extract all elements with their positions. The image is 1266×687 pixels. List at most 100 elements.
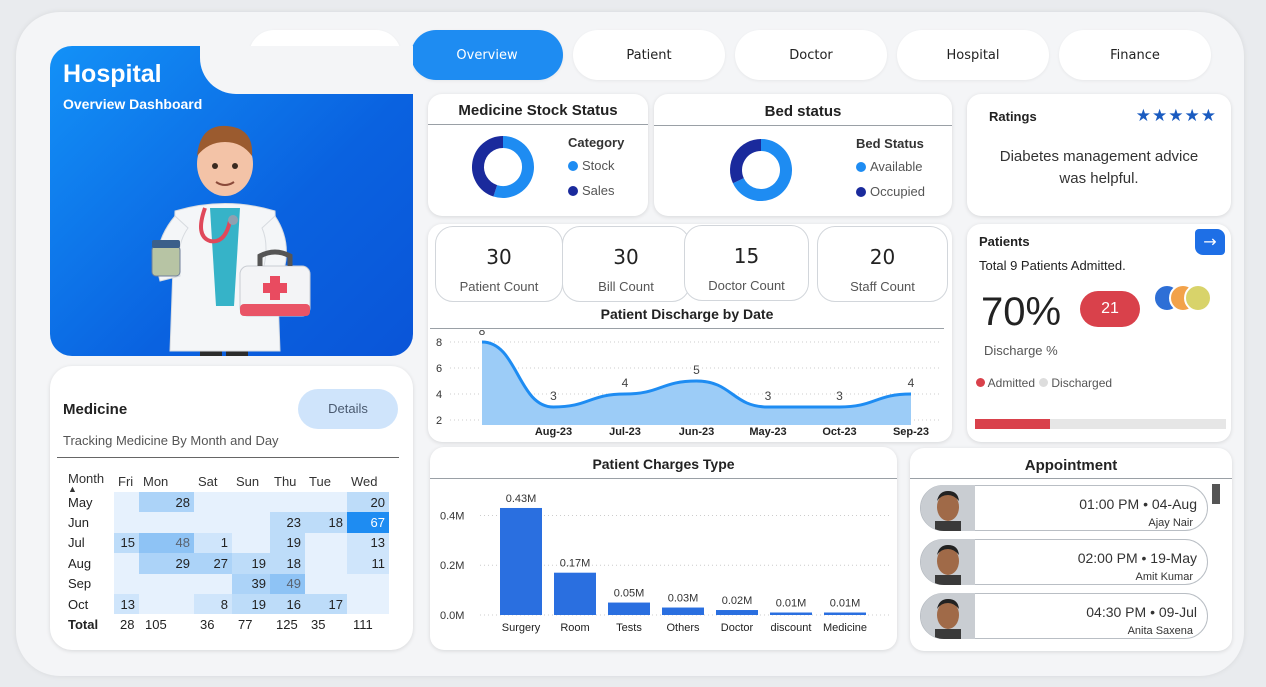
charges-bar-chart: 0.0M 0.2M 0.4M 0.43M Surgery 0.17M Room 0.05M Te… — [440, 493, 890, 634]
column-header: Thu — [274, 474, 297, 489]
patient-count-badge: 21 — [1080, 291, 1140, 327]
legend-label: Admitted — [987, 376, 1036, 390]
discharge-percent-label: Discharge % — [984, 343, 1058, 358]
hero-subtitle: Overview Dashboard — [63, 96, 203, 112]
kpi-bill-count: 30 Bill Count — [562, 226, 690, 302]
table-cell — [114, 573, 139, 594]
patients-title: Patients — [979, 234, 1030, 249]
legend-label: Occupied — [870, 184, 925, 199]
table-cell — [270, 492, 305, 513]
appointment-time: 02:00 PM • 19-May — [1077, 550, 1197, 566]
medicine-stock-donut — [472, 136, 534, 198]
scrollbar-thumb[interactable] — [1212, 484, 1220, 504]
table-cell: 11 — [347, 553, 389, 574]
table-cell — [139, 573, 194, 594]
legend-dot — [856, 186, 866, 197]
column-header[interactable]: Month ▲ — [64, 471, 114, 494]
legend-dot — [976, 378, 985, 387]
data-label: 0.03M — [668, 593, 699, 605]
table-row: Jun 23 18 67 — [64, 512, 389, 533]
table-cell: 67 — [347, 512, 389, 533]
appointment-name: Amit Kumar — [1135, 571, 1193, 583]
divider — [430, 478, 897, 479]
table-cell: 49 — [270, 573, 305, 594]
details-button[interactable]: Details — [298, 389, 398, 429]
table-cell — [305, 532, 347, 554]
arrow-right-icon[interactable]: → — [1195, 229, 1225, 255]
row-label: May — [68, 494, 93, 510]
medicine-stock-card: Medicine Stock Status Category Stock Sal… — [428, 94, 648, 216]
table-cell: 29 — [139, 553, 194, 574]
appointment-name: Anita Saxena — [1127, 625, 1193, 637]
patients-legend: Admitted Discharged — [976, 376, 1112, 390]
nav-hospital[interactable]: Hospital — [897, 30, 1049, 80]
appointment-name: Ajay Nair — [1148, 517, 1193, 529]
data-label: 0.02M — [722, 595, 753, 607]
avatar — [921, 539, 975, 585]
legend-dot — [856, 161, 866, 172]
kpi-staff-count: 20 Staff Count — [817, 226, 948, 302]
table-cell: 48 — [139, 532, 194, 554]
data-label: 0.17M — [560, 558, 591, 570]
nav-patient[interactable]: Patient — [573, 30, 725, 80]
x-tick-label: Medicine — [823, 622, 867, 634]
nav-doctor[interactable]: Doctor — [735, 30, 887, 80]
table-cell: 15 — [114, 532, 139, 554]
kpi-label: Bill Count — [598, 279, 654, 294]
doctor-illustration — [151, 125, 311, 356]
discharge-area-chart: 2 4 6 8 8 3 Aug-23 4 Jul-23 5 Jun-23 3 May-23 3 Oct-23… — [436, 330, 940, 438]
column-header: Wed — [351, 474, 378, 489]
row-label: Jun — [68, 515, 89, 531]
table-cell: 28 — [120, 617, 135, 633]
appointment-item[interactable]: 01:00 PM • 04-Aug Ajay Nair — [920, 485, 1208, 531]
bar-surgery — [500, 507, 542, 615]
row-label: Oct — [68, 596, 89, 612]
bar-room — [554, 572, 596, 615]
table-cell — [194, 492, 232, 513]
table-cell: 77 — [238, 617, 253, 633]
charges-title: Patient Charges Type — [592, 456, 735, 472]
table-row: Sep 39 49 — [64, 573, 389, 594]
column-header: Sun — [236, 474, 260, 489]
y-tick-label: 0.0M — [440, 610, 464, 622]
y-tick-label: 8 — [436, 337, 442, 349]
legend-item-sales: Sales — [568, 183, 624, 198]
divider — [428, 124, 648, 125]
table-cell — [139, 593, 194, 615]
legend-label: Stock — [582, 158, 615, 173]
column-header: Mon — [143, 474, 169, 489]
y-tick-label: 4 — [436, 389, 442, 401]
bed-status-donut — [730, 139, 792, 201]
column-header: Tue — [309, 474, 331, 489]
kpi-label: Doctor Count — [708, 278, 785, 293]
appointment-item[interactable]: 04:30 PM • 09-Jul Anita Saxena — [920, 593, 1208, 639]
kpi-doctor-count: 15 Doctor Count — [684, 225, 809, 301]
table-cell: 20 — [347, 492, 389, 513]
nav-finance[interactable]: Finance — [1059, 30, 1211, 80]
kpi-label: Patient Count — [459, 279, 539, 294]
table-cell: 19 — [232, 553, 270, 574]
row-label: Total — [68, 617, 99, 633]
appointment-item[interactable]: 02:00 PM • 19-May Amit Kumar — [920, 539, 1208, 585]
table-cell — [232, 532, 270, 554]
x-tick-label: Surgery — [502, 622, 541, 634]
discharge-chart-title: Patient Discharge by Date — [600, 306, 774, 322]
kpi-patient-count: 30 Patient Count — [435, 226, 563, 302]
donut-slice-stock — [493, 136, 534, 198]
legend-dot — [568, 185, 578, 196]
medicine-stock-legend: Category Stock Sales — [568, 135, 624, 198]
x-tick-label: Room — [560, 622, 589, 634]
legend-title: Bed Status — [856, 136, 924, 151]
table-row: Aug 29 27 19 18 11 — [64, 553, 389, 574]
data-label: 0.05M — [614, 588, 645, 600]
x-tick-label: May-23 — [749, 426, 786, 438]
table-cell — [114, 512, 139, 533]
nav-overview[interactable]: Overview — [411, 30, 563, 80]
bar-doctor — [716, 610, 758, 615]
table-cell: 35 — [311, 617, 326, 633]
bed-status-card: Bed status Bed Status Available Occupied — [654, 94, 952, 216]
table-cell: 27 — [194, 553, 232, 574]
table-cell — [194, 512, 232, 533]
charges-card: Patient Charges Type 0.0M 0.2M 0.4M 0.43M Su… — [430, 447, 897, 650]
patients-card: Patients → Total 9 Patients Admitted. 70… — [967, 224, 1231, 442]
